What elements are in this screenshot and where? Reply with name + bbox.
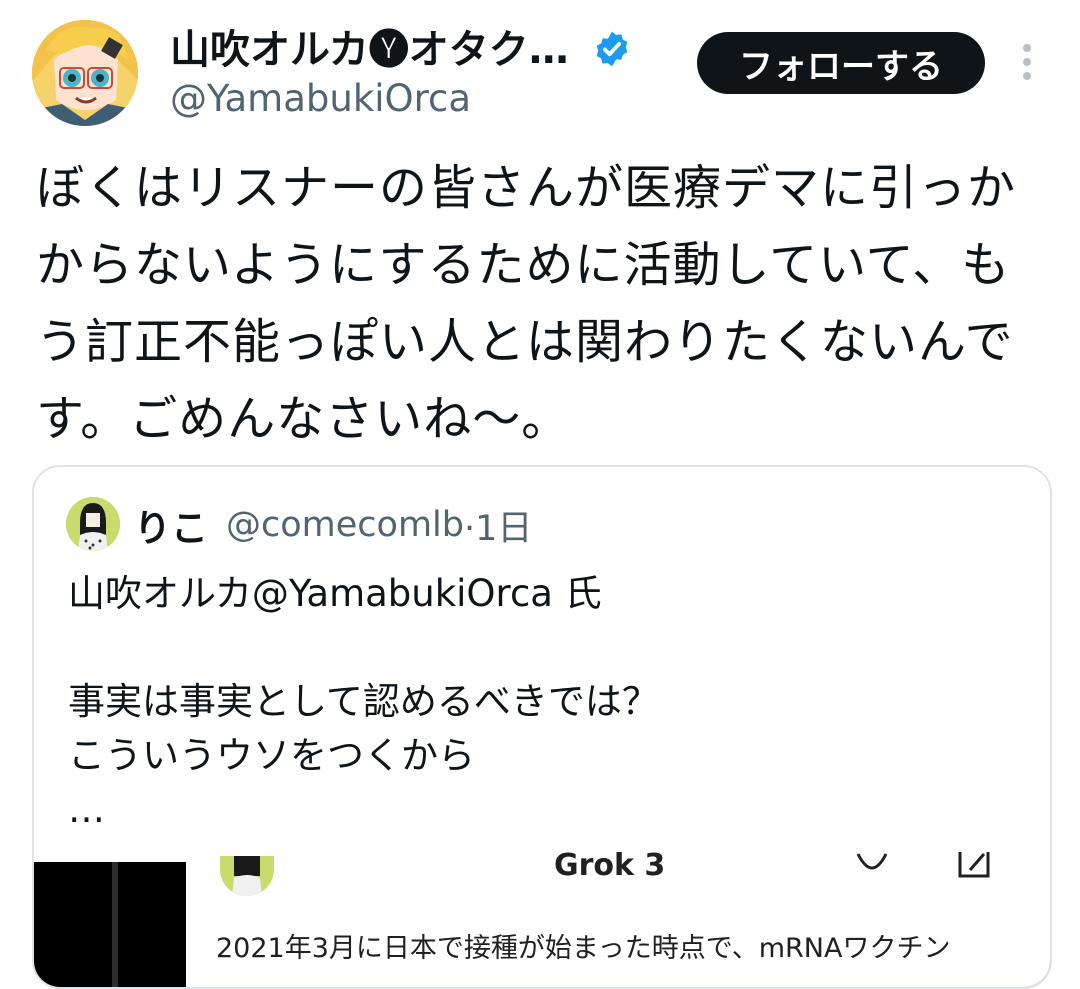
grok-screenshot: Grok 3 2021年3月に日本で接種が始まった時点で、mRNAワクチン (186, 848, 1050, 987)
quoted-handle[interactable]: @comecomlb (226, 505, 464, 545)
tweet-line: ぼくはリスナーの皆さんが医療デマに引っか (36, 160, 1017, 216)
quoted-line: 事実は事実として認めるべきでは？ (68, 680, 659, 723)
tweet-line: からないようにするために活動していて、も (36, 237, 1011, 293)
tweet-line: す。ごめんなさいね〜。 (36, 391, 571, 447)
more-vertical-icon[interactable] (1014, 44, 1040, 84)
grok-avatar-icon (220, 856, 274, 896)
quoted-tweet-card[interactable]: りこ @comecomlb ·1日 山吹オルカ@YamabukiOrca 氏 事… (32, 465, 1052, 989)
quoted-avatar (66, 497, 120, 551)
author-avatar[interactable] (32, 20, 138, 126)
grok-text: 2021年3月に日本で接種が始まった時点で、mRNAワクチン (216, 933, 951, 964)
quoted-media[interactable]: Grok 3 2021年3月に日本で接種が始まった時点で、mRNAワクチン (34, 848, 1050, 987)
follow-button[interactable]: フォローする (697, 32, 985, 94)
author-display-name[interactable]: 山吹オルカ🅨オタク… (170, 26, 569, 74)
tweet-line: う訂正不能っぽい人とは関わりたくないんで (36, 314, 1014, 370)
edit-icon (958, 852, 990, 878)
quoted-line: 山吹オルカ@YamabukiOrca 氏 (68, 572, 602, 615)
quoted-text: 山吹オルカ@YamabukiOrca 氏 事実は事実として認めるべきでは？ こう… (68, 567, 659, 837)
quoted-time: ·1日 (463, 508, 533, 549)
quoted-line: こういうウソをつくから (68, 734, 475, 777)
verified-badge-icon (596, 31, 628, 67)
author-handle[interactable]: @YamabukiOrca (170, 76, 471, 122)
quoted-name[interactable]: りこ (134, 498, 208, 552)
tweet-text: ぼくはリスナーの皆さんが医療デマに引っか からないようにするために活動していて、… (36, 150, 1046, 458)
quoted-line: … (68, 788, 105, 831)
history-icon (856, 853, 888, 870)
quoted-header: りこ @comecomlb ·1日 (134, 497, 532, 553)
person-avatar-icon (66, 497, 120, 551)
grok-title: Grok 3 (554, 848, 666, 883)
quoted-line (68, 621, 659, 675)
anime-avatar-icon (32, 20, 138, 126)
media-divider (112, 862, 118, 987)
